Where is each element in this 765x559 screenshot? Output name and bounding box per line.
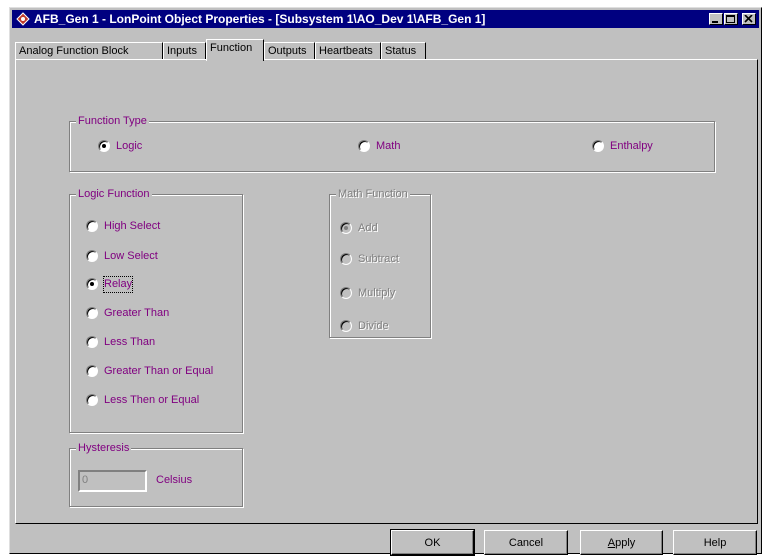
radio-label: Relay <box>102 276 134 293</box>
lonpoint-app-icon[interactable] <box>16 12 30 26</box>
tab-label: Analog Function Block <box>19 45 129 57</box>
radio-button-icon[interactable] <box>86 220 98 232</box>
maximize-button[interactable] <box>724 13 738 25</box>
tab-label: Inputs <box>167 45 197 57</box>
radio-button-icon[interactable] <box>86 307 98 319</box>
radio-label: Subtract <box>358 253 399 265</box>
radio-button-icon[interactable] <box>340 222 352 234</box>
tab-inputs[interactable]: Inputs <box>163 42 206 60</box>
apply-button[interactable]: Apply <box>580 530 663 555</box>
help-button[interactable]: Help <box>673 530 757 555</box>
properties-window: AFB_Gen 1 - LonPoint Object Properties -… <box>9 7 762 556</box>
radio-button-icon[interactable] <box>340 253 352 265</box>
tab-label: Outputs <box>268 45 307 57</box>
radio-label: Logic <box>116 140 143 152</box>
radio-label: Multiply <box>358 287 396 299</box>
logic-function-legend: Logic Function <box>76 187 152 201</box>
apply-accelerator: A <box>607 536 616 549</box>
radio-button-icon[interactable] <box>98 140 110 152</box>
math-function-group: Math Function Add Subtract Multiply Divi… <box>329 187 431 338</box>
tab-outputs[interactable]: Outputs <box>264 42 315 60</box>
ok-button[interactable]: OK <box>390 529 475 556</box>
tab-heartbeats[interactable]: Heartbeats <box>315 42 381 60</box>
radio-button-icon[interactable] <box>340 320 352 332</box>
radio-label: Less Than <box>104 336 156 348</box>
title-bar[interactable]: AFB_Gen 1 - LonPoint Object Properties -… <box>12 10 759 28</box>
tab-label: Heartbeats <box>319 45 373 57</box>
radio-button-icon[interactable] <box>86 394 98 406</box>
cancel-button[interactable]: Cancel <box>484 530 568 555</box>
close-button[interactable] <box>742 13 756 25</box>
radio-button-icon[interactable] <box>86 336 98 348</box>
minimize-button[interactable] <box>709 13 723 25</box>
function-tab-panel: Function Type Logic Math Enthalpy Logic … <box>15 59 758 524</box>
tab-function[interactable]: Function <box>206 39 264 61</box>
tab-status[interactable]: Status <box>381 42 426 60</box>
radio-label: Greater Than <box>104 307 170 319</box>
radio-button-icon[interactable] <box>358 140 370 152</box>
tab-label: Status <box>385 45 417 57</box>
ok-button-label: OK <box>424 536 441 549</box>
hysteresis-group: Hysteresis 0 Celsius <box>69 441 243 507</box>
cancel-button-label: Cancel <box>508 536 544 549</box>
radio-button-icon[interactable] <box>86 365 98 377</box>
radio-label: Less Then or Equal <box>104 394 200 406</box>
radio-label: Math <box>376 140 401 152</box>
window-title: AFB_Gen 1 - LonPoint Object Properties -… <box>34 12 486 26</box>
radio-label: High Select <box>104 220 161 232</box>
hysteresis-input[interactable]: 0 <box>78 470 147 492</box>
logic-function-group: Logic Function High Select Low Select Re… <box>69 187 243 433</box>
function-type-legend: Function Type <box>76 114 149 128</box>
hysteresis-unit: Celsius <box>156 474 193 486</box>
help-button-label: Help <box>703 536 727 549</box>
tab-analog-function-block[interactable]: Analog Function Block <box>15 42 163 60</box>
radio-label: Low Select <box>104 250 158 262</box>
radio-label: Divide <box>358 320 389 332</box>
radio-button-icon[interactable] <box>86 278 98 290</box>
radio-label: Greater Than or Equal <box>104 365 214 377</box>
radio-button-icon[interactable] <box>340 287 352 299</box>
apply-button-label: pply <box>615 536 636 549</box>
radio-button-icon[interactable] <box>592 140 604 152</box>
function-type-group: Function Type Logic Math Enthalpy <box>69 114 715 172</box>
tab-label: Function <box>210 42 253 54</box>
hysteresis-legend: Hysteresis <box>76 441 132 455</box>
math-function-legend: Math Function <box>336 187 410 201</box>
radio-label: Enthalpy <box>610 140 653 152</box>
radio-button-icon[interactable] <box>86 250 98 262</box>
radio-label: Add <box>358 222 378 234</box>
